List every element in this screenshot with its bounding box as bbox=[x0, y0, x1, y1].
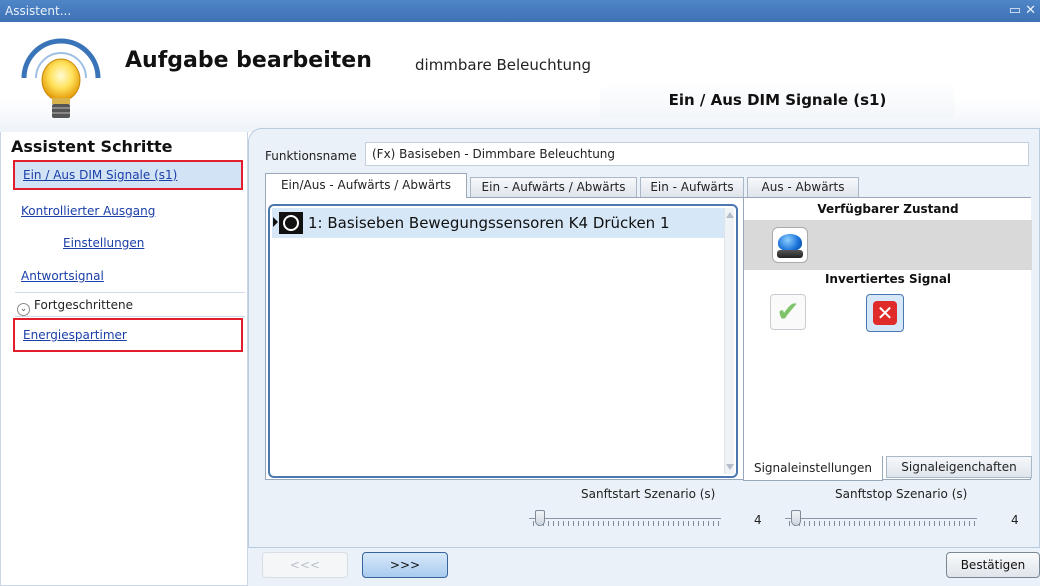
sidebar-item-kontrollierter-ausgang[interactable]: Kontrollierter Ausgang bbox=[21, 204, 155, 218]
soft-start-label: Sanftstart Szenario (s) bbox=[581, 487, 716, 501]
signal-list[interactable]: 1: Basiseben Bewegungssensoren K4 Drücke… bbox=[268, 204, 738, 478]
available-state-band bbox=[744, 220, 1032, 270]
current-step-tab: Ein / Aus DIM Signale (s1) bbox=[600, 82, 955, 118]
list-item[interactable]: 1: Basiseben Bewegungssensoren K4 Drücke… bbox=[272, 208, 724, 238]
row-indicator-icon bbox=[273, 217, 278, 227]
advanced-section-label: Fortgeschrittene bbox=[34, 298, 133, 312]
previous-button[interactable]: <<< bbox=[262, 552, 348, 578]
x-icon: ✕ bbox=[873, 301, 897, 325]
next-button[interactable]: >>> bbox=[362, 552, 448, 578]
tab-ein-aufwaerts-abwaerts[interactable]: Ein - Aufwärts / Abwärts bbox=[470, 177, 637, 197]
sidebar-divider bbox=[15, 316, 245, 317]
sidebar-item-selected-highlight: Ein / Aus DIM Signale (s1) bbox=[13, 160, 243, 190]
available-state-title: Verfügbarer Zustand bbox=[817, 202, 959, 216]
signal-tab-panel: 1: Basiseben Bewegungssensoren K4 Drücke… bbox=[265, 197, 1032, 481]
main-panel: Funktionsname (Fx) Basiseben - Dimmbare … bbox=[248, 128, 1040, 548]
page-title: Aufgabe bearbeiten bbox=[125, 48, 372, 73]
sidebar-item-antwortsignal[interactable]: Antwortsignal bbox=[21, 269, 104, 283]
list-scrollbar[interactable] bbox=[724, 208, 734, 474]
sidebar-item-einstellungen[interactable]: Einstellungen bbox=[63, 236, 144, 250]
sidebar-item-highlight: Energiespartimer bbox=[13, 318, 243, 352]
sensor-icon bbox=[279, 212, 303, 234]
confirm-button[interactable]: Bestätigen bbox=[946, 552, 1040, 578]
scroll-up-icon[interactable] bbox=[726, 212, 734, 218]
signal-settings-panel: Verfügbarer Zustand Invertiertes Signal … bbox=[743, 198, 1032, 456]
title-bar: Assistent... ▭ ✕ bbox=[0, 0, 1040, 22]
scroll-down-icon[interactable] bbox=[726, 464, 734, 470]
soft-stop-value: 4 bbox=[1011, 513, 1019, 527]
function-name-field[interactable]: (Fx) Basiseben - Dimmbare Beleuchtung bbox=[365, 142, 1029, 166]
chevron-down-icon: ⌄ bbox=[17, 303, 30, 316]
blue-pushbutton-icon[interactable] bbox=[772, 227, 808, 263]
sidebar-item-ein-aus-dim-signale[interactable]: Ein / Aus DIM Signale (s1) bbox=[23, 168, 177, 182]
soft-stop-label: Sanftstop Szenario (s) bbox=[835, 487, 968, 501]
tab-ein-aufwaerts[interactable]: Ein - Aufwärts bbox=[640, 177, 744, 197]
sidebar-item-energiespartimer[interactable]: Energiespartimer bbox=[23, 328, 127, 342]
tab-signaleigenchaften[interactable]: Signaleigenchaften bbox=[886, 456, 1032, 478]
tab-signaleinstellungen[interactable]: Signaleinstellungen bbox=[743, 456, 883, 481]
tab-ein-aus-aufwaerts-abwaerts[interactable]: Ein/Aus - Aufwärts / Abwärts bbox=[265, 173, 467, 198]
check-icon[interactable]: ✔ bbox=[770, 294, 806, 330]
soft-start-value: 4 bbox=[754, 513, 762, 527]
slider-thumb[interactable] bbox=[535, 510, 545, 526]
navigation-bar: <<< >>> Bestätigen bbox=[248, 548, 1040, 586]
light-bulb-icon bbox=[21, 38, 101, 118]
sidebar-title: Assistent Schritte bbox=[11, 137, 173, 156]
window-title: Assistent... bbox=[5, 4, 72, 18]
soft-stop-slider[interactable] bbox=[781, 507, 981, 529]
wizard-steps-sidebar: Assistent Schritte Ein / Aus DIM Signale… bbox=[0, 132, 248, 586]
slider-thumb[interactable] bbox=[791, 510, 801, 526]
list-item-label: 1: Basiseben Bewegungssensoren K4 Drücke… bbox=[308, 214, 670, 232]
x-icon-button[interactable]: ✕ bbox=[866, 294, 904, 332]
tab-aus-abwaerts[interactable]: Aus - Abwärts bbox=[747, 177, 859, 197]
sidebar-divider bbox=[15, 292, 245, 293]
page-subtitle: dimmbare Beleuchtung bbox=[415, 56, 592, 74]
wizard-header: Aufgabe bearbeiten dimmbare Beleuchtung … bbox=[0, 22, 1040, 132]
function-name-label: Funktionsname bbox=[265, 149, 357, 163]
inverted-signal-title: Invertiertes Signal bbox=[824, 272, 952, 286]
soft-start-slider[interactable] bbox=[525, 507, 725, 529]
window-controls[interactable]: ▭ ✕ bbox=[1009, 3, 1036, 18]
advanced-section-toggle[interactable]: ⌄ Fortgeschrittene bbox=[17, 298, 133, 316]
